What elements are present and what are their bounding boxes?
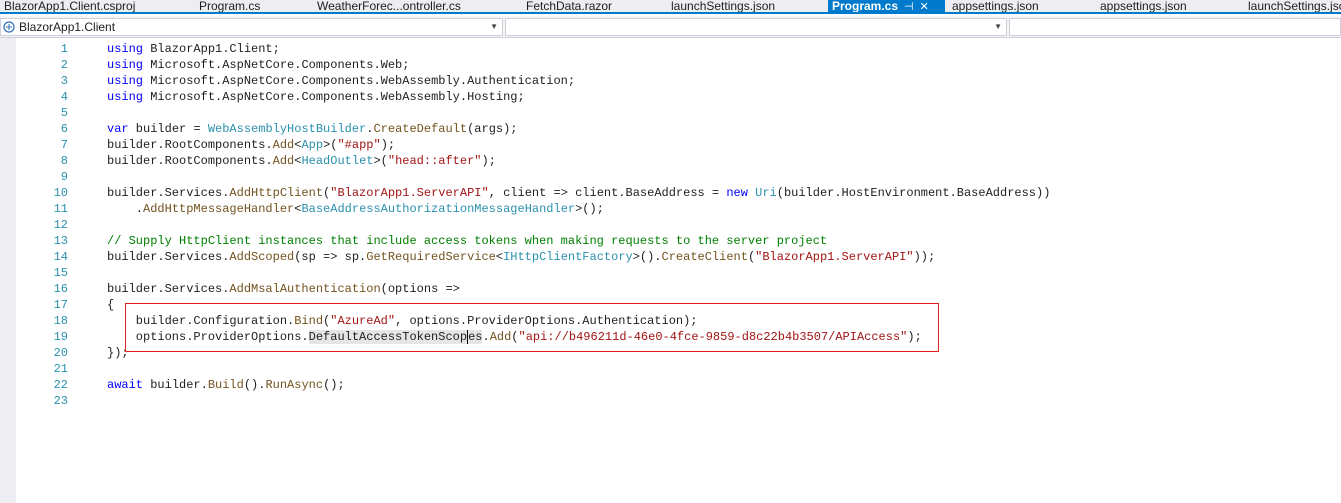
tab-label: launchSettings.json [671,0,776,13]
code-line[interactable]: 13 // Supply HttpClient instances that in… [0,233,1341,249]
code-text[interactable]: using Microsoft.AspNetCore.Components.We… [107,57,409,73]
line-number: 11 [53,202,68,216]
tab-label: FetchData.razor [526,0,613,13]
tab-label: WeatherForec...ontroller.cs [317,0,461,13]
tab-label: appsettings.json [1100,0,1187,13]
tab-label: Program.cs [199,0,261,13]
line-number: 22 [53,378,68,392]
code-text[interactable]: using Microsoft.AspNetCore.Components.We… [107,89,525,105]
code-line[interactable]: 10 builder.Services.AddHttpClient("Blazor… [0,185,1341,201]
chevron-down-icon: ▼ [490,22,498,31]
code-text[interactable]: builder.RootComponents.Add<HeadOutlet>("… [107,153,496,169]
line-number: 23 [53,394,68,408]
tab-blazorapp1-client-csproj[interactable]: BlazorApp1.Client.csproj [0,0,136,13]
document-tab-strip: BlazorApp1.Client.csproj Program.cs Weat… [0,0,1341,14]
code-line[interactable]: 2 using Microsoft.AspNetCore.Components.W… [0,57,1341,73]
code-line[interactable]: 23 [0,393,1341,409]
chevron-down-icon: ▼ [994,22,1002,31]
line-number: 15 [53,266,68,280]
code-text[interactable]: await builder.Build().RunAsync(); [107,377,345,393]
close-icon[interactable]: ✕ [920,1,929,12]
line-number: 17 [53,298,68,312]
code-text[interactable]: { [107,297,114,313]
code-line[interactable]: 4 using Microsoft.AspNetCore.Components.W… [0,89,1341,105]
code-line[interactable]: 9 [0,169,1341,185]
type-dropdown[interactable]: ▼ [505,18,1007,36]
line-number: 20 [53,346,68,360]
tab-label: launchSettings.json [1248,0,1341,13]
code-editor[interactable]: 1 using BlazorApp1.Client; 2 using Microsof… [0,38,1341,503]
code-line[interactable]: 22 await builder.Build().RunAsync(); [0,377,1341,393]
code-text[interactable]: // Supply HttpClient instances that incl… [107,233,827,249]
project-name: BlazorApp1.Client [19,20,116,34]
code-text[interactable]: builder.RootComponents.Add<App>("#app"); [107,137,395,153]
code-text[interactable]: .AddHttpMessageHandler<BaseAddressAuthor… [107,201,604,217]
code-text[interactable]: using Microsoft.AspNetCore.Components.We… [107,73,575,89]
code-text[interactable]: var builder = WebAssemblyHostBuilder.Cre… [107,121,518,137]
csharp-project-icon [3,21,15,33]
line-number: 4 [60,90,68,104]
line-number: 16 [53,282,68,296]
tab-label: Program.cs [832,0,899,13]
code-line[interactable]: 8 builder.RootComponents.Add<HeadOutlet>(… [0,153,1341,169]
tab-label: appsettings.json [952,0,1039,13]
code-line[interactable]: 5 [0,105,1341,121]
line-number: 6 [60,122,68,136]
code-text[interactable]: using BlazorApp1.Client; [107,41,280,57]
code-line[interactable]: 11 .AddHttpMessageHandler<BaseAddressAut… [0,201,1341,217]
member-dropdown[interactable] [1009,18,1341,36]
navigation-bar: BlazorApp1.Client ▼ ▼ [0,16,1341,38]
tab-appsettings-json-2[interactable]: appsettings.json [1096,0,1187,13]
tab-program-cs[interactable]: Program.cs [195,0,261,13]
code-line[interactable]: 16 builder.Services.AddMsalAuthentication… [0,281,1341,297]
code-line[interactable]: 6 var builder = WebAssemblyHostBuilder.Cr… [0,121,1341,137]
line-number: 2 [60,58,68,72]
line-number: 12 [53,218,68,232]
line-number: 14 [53,250,68,264]
code-text[interactable]: builder.Services.AddMsalAuthentication(o… [107,281,460,297]
code-line[interactable]: 21 [0,361,1341,377]
line-number: 1 [60,42,68,56]
tab-appsettings-json[interactable]: appsettings.json [948,0,1039,13]
line-number: 3 [60,74,68,88]
code-text[interactable]: builder.Services.AddScoped(sp => sp.GetR… [107,249,935,265]
line-number: 10 [53,186,68,200]
line-number: 13 [53,234,68,248]
project-dropdown[interactable]: BlazorApp1.Client ▼ [0,18,503,36]
code-line[interactable]: 1 using BlazorApp1.Client; [0,41,1341,57]
line-number: 19 [53,330,68,344]
line-number: 8 [60,154,68,168]
pin-icon[interactable]: ⊣ [904,1,914,12]
tab-program-cs-active[interactable]: Program.cs ⊣ ✕ [828,0,945,13]
code-line[interactable]: 15 [0,265,1341,281]
line-number: 21 [53,362,68,376]
tab-launchsettings-json-2[interactable]: launchSettings.json [1244,0,1341,13]
line-number: 9 [60,170,68,184]
annotation-highlight-box [125,303,939,352]
code-text[interactable]: builder.Services.AddHttpClient("BlazorAp… [107,185,1050,201]
tab-label: BlazorApp1.Client.csproj [4,0,136,13]
code-line[interactable]: 3 using Microsoft.AspNetCore.Components.W… [0,73,1341,89]
code-line[interactable]: 7 builder.RootComponents.Add<App>("#app")… [0,137,1341,153]
tab-weatherforecast-controller[interactable]: WeatherForec...ontroller.cs [313,0,461,13]
code-line[interactable]: 12 [0,217,1341,233]
line-number: 18 [53,314,68,328]
line-number: 5 [60,106,68,120]
tab-launchsettings-json[interactable]: launchSettings.json [667,0,776,13]
tab-fetchdata-razor[interactable]: FetchData.razor [522,0,613,13]
line-number: 7 [60,138,68,152]
code-line[interactable]: 14 builder.Services.AddScoped(sp => sp.Ge… [0,249,1341,265]
